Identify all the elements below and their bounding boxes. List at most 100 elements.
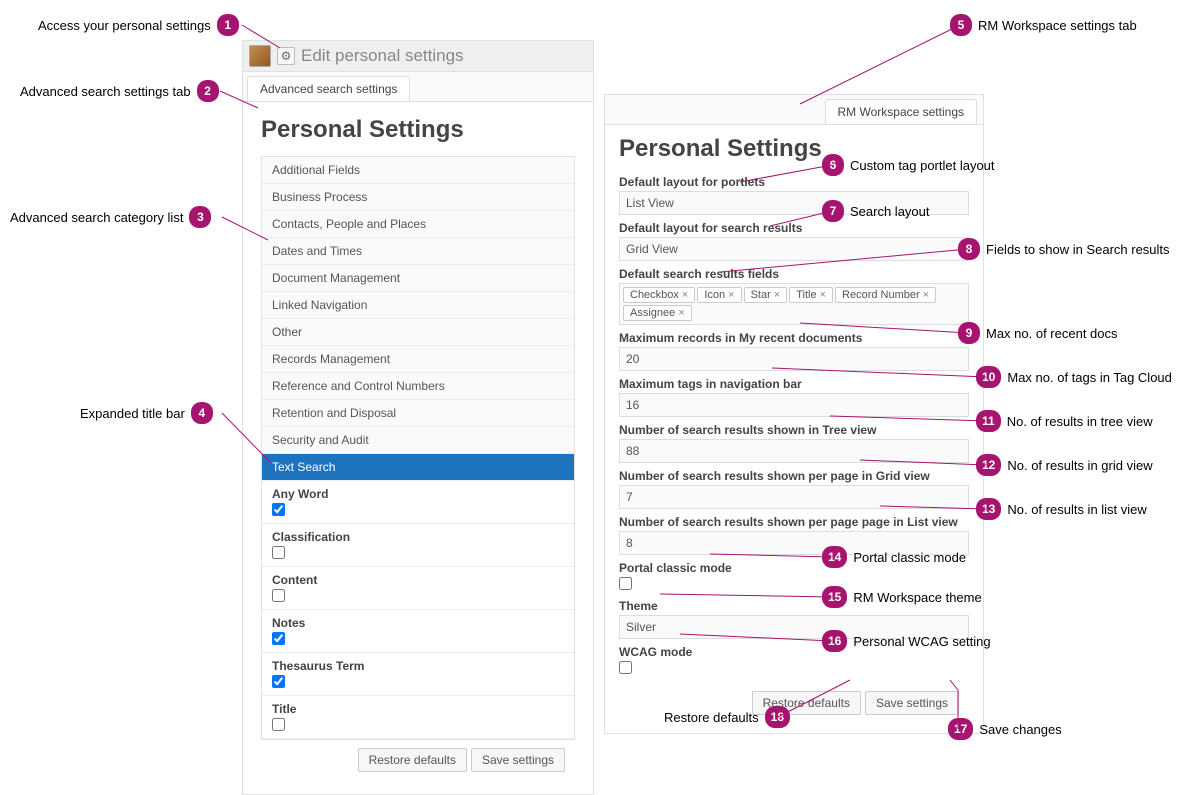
option-label: Classification: [272, 530, 564, 544]
chip-remove-icon[interactable]: ×: [682, 289, 688, 301]
search-field-chip[interactable]: Star ×: [744, 287, 788, 303]
search-fields-label: Default search results fields: [619, 267, 969, 281]
category-item[interactable]: Dates and Times: [262, 238, 574, 265]
callout-10-text: Max no. of tags in Tag Cloud: [1007, 370, 1172, 385]
page-title: Edit personal settings: [301, 46, 464, 66]
category-item[interactable]: Retention and Disposal: [262, 400, 574, 427]
chip-remove-icon[interactable]: ×: [923, 289, 929, 301]
callout-13-text: No. of results in list view: [1007, 502, 1146, 517]
badge-13: 13: [976, 498, 1001, 520]
portal-classic-checkbox[interactable]: [619, 577, 632, 590]
option-checkbox[interactable]: [272, 503, 285, 516]
wcag-checkbox[interactable]: [619, 661, 632, 674]
badge-9: 9: [958, 322, 980, 344]
category-item[interactable]: Contacts, People and Places: [262, 211, 574, 238]
callout-8: Fields to show in Search results8: [958, 238, 1170, 260]
category-item[interactable]: Document Management: [262, 265, 574, 292]
search-field-chip[interactable]: Assignee ×: [623, 305, 692, 321]
badge-8: 8: [958, 238, 980, 260]
chip-remove-icon[interactable]: ×: [820, 289, 826, 301]
callout-7: Search layout7: [822, 200, 930, 222]
tree-results-input[interactable]: 88: [619, 439, 969, 463]
search-field-chip[interactable]: Title ×: [789, 287, 833, 303]
save-settings-button[interactable]: Save settings: [471, 748, 565, 772]
category-item[interactable]: Text Search: [262, 454, 574, 481]
text-search-option: Title: [262, 696, 574, 739]
option-label: Title: [272, 702, 564, 716]
option-checkbox[interactable]: [272, 589, 285, 602]
callout-1-text: Access your personal settings: [38, 18, 211, 33]
category-item[interactable]: Other: [262, 319, 574, 346]
tab-advanced-search[interactable]: Advanced search settings: [247, 76, 410, 101]
callout-15: RM Workspace theme15: [822, 586, 982, 608]
save-settings-button-right[interactable]: Save settings: [865, 691, 959, 715]
tab-rm-workspace[interactable]: RM Workspace settings: [825, 99, 978, 124]
field-max-recent: Maximum records in My recent documents 2…: [619, 331, 969, 371]
badge-17: 17: [948, 718, 973, 740]
callout-18-text: Restore defaults: [664, 710, 759, 725]
callout-12: No. of results in grid view12: [976, 454, 1153, 476]
field-search-layout: Default layout for search results Grid V…: [619, 221, 969, 261]
option-checkbox[interactable]: [272, 546, 285, 559]
right-tab-strip: RM Workspace settings: [605, 95, 983, 125]
callout-2: Advanced search settings tab2: [20, 80, 219, 102]
callout-5: RM Workspace settings tab5: [950, 14, 1137, 36]
callout-6-text: Custom tag portlet layout: [850, 158, 995, 173]
callout-10: Max no. of tags in Tag Cloud 10: [976, 366, 1172, 388]
badge-10: 10: [976, 366, 1001, 388]
avatar[interactable]: [249, 45, 271, 67]
max-tags-label: Maximum tags in navigation bar: [619, 377, 969, 391]
restore-defaults-button[interactable]: Restore defaults: [358, 748, 467, 772]
max-tags-input[interactable]: 16: [619, 393, 969, 417]
gear-icon[interactable]: ⚙: [277, 47, 295, 65]
badge-3: 3: [189, 206, 211, 228]
callout-4-text: Expanded title bar: [80, 406, 185, 421]
category-item[interactable]: Linked Navigation: [262, 292, 574, 319]
search-fields-chips[interactable]: Checkbox ×Icon ×Star ×Title ×Record Numb…: [619, 283, 969, 325]
chip-remove-icon[interactable]: ×: [774, 289, 780, 301]
option-checkbox[interactable]: [272, 632, 285, 645]
badge-12: 12: [976, 454, 1001, 476]
callout-9: Max no. of recent docs9: [958, 322, 1118, 344]
category-item[interactable]: Additional Fields: [262, 157, 574, 184]
callout-11: No. of results in tree view 11: [976, 410, 1153, 432]
callout-16: Personal WCAG setting16: [822, 630, 991, 652]
callout-1: Access your personal settings1: [38, 14, 239, 36]
callout-16-text: Personal WCAG setting: [853, 634, 990, 649]
chip-remove-icon[interactable]: ×: [678, 307, 684, 319]
search-field-chip[interactable]: Icon ×: [697, 287, 741, 303]
badge-14: 14: [822, 546, 847, 568]
grid-results-input[interactable]: 7: [619, 485, 969, 509]
callout-6: Custom tag portlet layout6: [822, 154, 995, 176]
left-heading: Personal Settings: [261, 116, 575, 144]
search-field-chip[interactable]: Checkbox ×: [623, 287, 695, 303]
option-label: Content: [272, 573, 564, 587]
category-item[interactable]: Records Management: [262, 346, 574, 373]
panel-header: ⚙ Edit personal settings: [243, 41, 593, 72]
callout-4: Expanded title bar4: [80, 402, 213, 424]
callout-11-text: No. of results in tree view: [1007, 414, 1153, 429]
field-grid-results: Number of search results shown per page …: [619, 469, 969, 509]
option-label: Any Word: [272, 487, 564, 501]
badge-18: 18: [765, 706, 790, 728]
option-checkbox[interactable]: [272, 675, 285, 688]
advanced-search-panel: ⚙ Edit personal settings Advanced search…: [242, 40, 594, 795]
callout-3-text: Advanced search category list: [10, 210, 183, 225]
search-field-chip[interactable]: Record Number ×: [835, 287, 936, 303]
text-search-option: Any Word: [262, 481, 574, 524]
category-item[interactable]: Business Process: [262, 184, 574, 211]
badge-15: 15: [822, 586, 847, 608]
badge-11: 11: [976, 410, 1001, 432]
chip-remove-icon[interactable]: ×: [728, 289, 734, 301]
callout-5-text: RM Workspace settings tab: [978, 18, 1137, 33]
text-search-option: Content: [262, 567, 574, 610]
option-label: Thesaurus Term: [272, 659, 564, 673]
option-checkbox[interactable]: [272, 718, 285, 731]
category-item[interactable]: Reference and Control Numbers: [262, 373, 574, 400]
category-item[interactable]: Security and Audit: [262, 427, 574, 454]
portlet-layout-label: Default layout for portlets: [619, 175, 969, 189]
max-recent-input[interactable]: 20: [619, 347, 969, 371]
callout-17: Save changes17: [948, 718, 1062, 740]
badge-7: 7: [822, 200, 844, 222]
search-layout-select[interactable]: Grid View: [619, 237, 969, 261]
